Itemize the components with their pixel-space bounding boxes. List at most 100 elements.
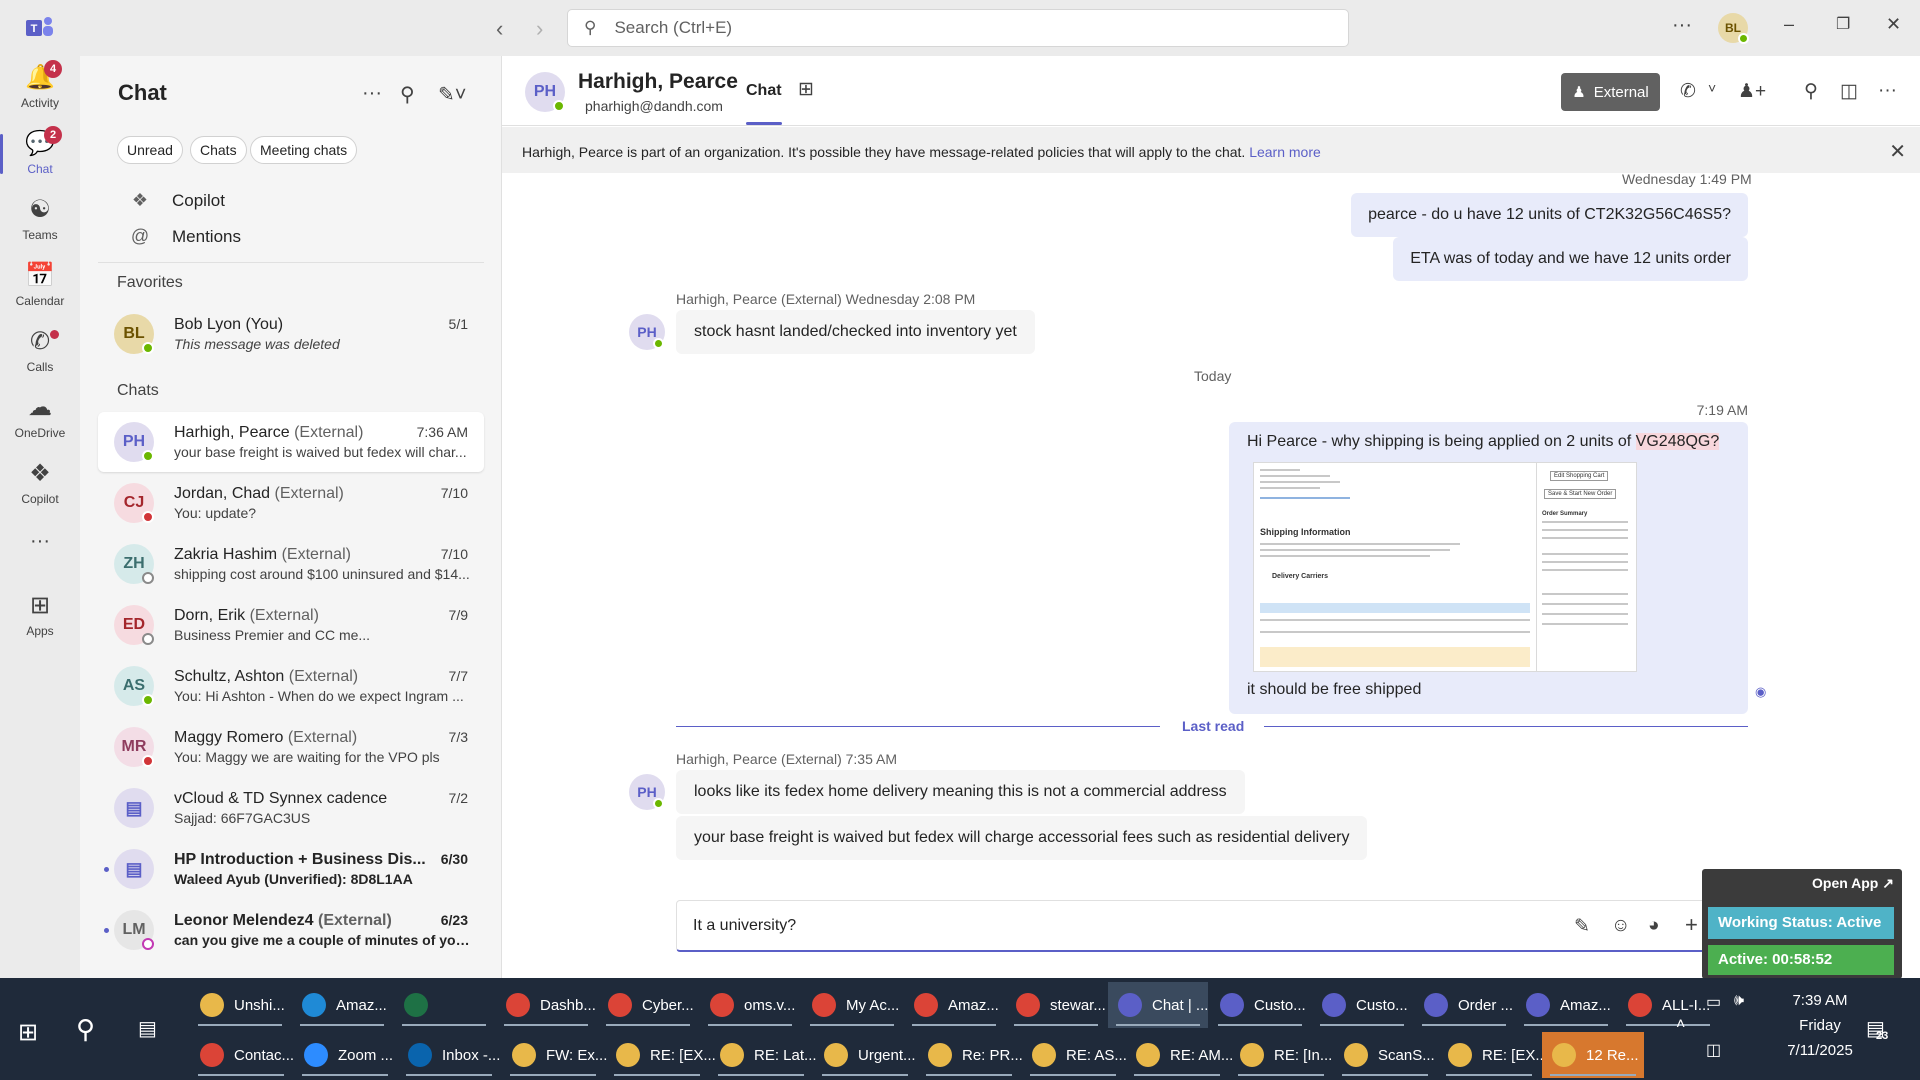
chevron-up-icon[interactable]: ˄ <box>1676 1016 1685 1034</box>
popout-icon[interactable]: ◫ <box>1840 80 1858 103</box>
taskbar-item[interactable]: Order ... <box>1414 982 1514 1028</box>
search-icon[interactable]: ⚲ <box>76 1014 95 1045</box>
nav-copilot[interactable]: ❖ Copilot <box>128 190 225 211</box>
taskbar-item[interactable]: Inbox -... <box>398 1032 500 1078</box>
system-clock[interactable]: 7:39 AM Friday 7/11/2025 <box>1760 988 1880 1063</box>
add-icon[interactable]: + <box>1685 912 1698 938</box>
taskbar-item[interactable]: RE: AM... <box>1126 1032 1233 1078</box>
taskbar-item[interactable]: 12 Re... <box>1542 1032 1644 1078</box>
taskbar-item[interactable]: Dashb... <box>496 982 596 1028</box>
more-options-icon[interactable]: ··· <box>1672 14 1692 37</box>
chevron-down-icon[interactable]: ˅ <box>1708 80 1716 96</box>
chat-item-unread[interactable]: LM Leonor Melendez4 (External) can you g… <box>98 900 484 960</box>
compose-box[interactable]: ✎ ☺ ◕ + <box>676 900 1746 952</box>
phone-icon[interactable]: ✆ <box>1680 80 1696 103</box>
search-icon[interactable]: ⚲ <box>400 82 415 107</box>
chat-item[interactable]: MR Maggy Romero (External) You: Maggy we… <box>98 717 484 777</box>
outgoing-message[interactable]: pearce - do u have 12 units of CT2K32G56… <box>1351 193 1748 237</box>
rail-copilot[interactable]: ❖ Copilot <box>0 460 80 506</box>
taskbar-item[interactable]: ScanS... <box>1334 1032 1436 1078</box>
maximize-icon[interactable]: ❐ <box>1836 14 1850 34</box>
chat-item-unread[interactable]: ▤ HP Introduction + Business Dis... Wale… <box>98 839 484 899</box>
add-tab-icon[interactable]: ⊞ <box>798 78 814 101</box>
add-people-icon[interactable]: ♟+ <box>1738 80 1766 103</box>
close-window-icon[interactable]: ✕ <box>1886 14 1901 35</box>
incoming-message[interactable]: looks like its fedex home delivery meani… <box>676 770 1245 814</box>
open-app-button[interactable]: Open App ↗ <box>1812 875 1894 892</box>
tab-chat[interactable]: Chat <box>746 82 782 100</box>
taskbar-item[interactable]: Amaz... <box>292 982 392 1028</box>
windows-start-icon[interactable]: ⊞ <box>18 1018 38 1047</box>
contact-avatar[interactable]: PH <box>525 72 565 112</box>
taskbar-item[interactable]: RE: AS... <box>1022 1032 1127 1078</box>
more-options-icon[interactable]: ··· <box>1878 80 1897 102</box>
external-button[interactable]: ♟ External <box>1561 73 1660 111</box>
rail-apps[interactable]: ⊞ Apps <box>0 592 80 638</box>
taskbar-item[interactable]: FW: Ex... <box>502 1032 607 1078</box>
rail-chat[interactable]: 💬 2 Chat <box>0 126 80 176</box>
taskbar-item[interactable]: Custo... <box>1210 982 1310 1028</box>
taskbar-item[interactable]: Amaz... <box>1516 982 1616 1028</box>
taskbar-item[interactable]: RE: [EX... <box>1438 1032 1548 1078</box>
chat-item[interactable]: ED Dorn, Erik (External) Business Premie… <box>98 595 484 655</box>
task-view-icon[interactable]: ▤ <box>138 1016 157 1041</box>
notification-center[interactable]: ▤ 23 <box>1866 1016 1888 1042</box>
taskbar-item[interactable]: Cyber... <box>598 982 698 1028</box>
taskbar-item[interactable] <box>394 982 494 1028</box>
taskbar-item[interactable]: Unshi... <box>190 982 290 1028</box>
taskbar-item[interactable]: ALL-I... <box>1618 982 1718 1028</box>
taskbar-item[interactable]: stewar... <box>1006 982 1106 1028</box>
taskbar-item[interactable]: RE: [EX... <box>606 1032 716 1078</box>
incoming-message[interactable]: your base freight is waived but fedex wi… <box>676 816 1368 860</box>
rail-onedrive[interactable]: ☁ OneDrive <box>0 394 80 440</box>
more-options-icon[interactable]: ··· <box>362 82 382 105</box>
taskbar-item[interactable]: Custo... <box>1312 982 1412 1028</box>
new-chat-icon[interactable]: ✎˅ <box>438 82 466 107</box>
rail-more[interactable]: ··· <box>0 530 80 553</box>
chat-item[interactable]: ZH Zakria Hashim (External) shipping cos… <box>98 534 484 594</box>
forward-arrow-icon[interactable]: › <box>536 16 543 42</box>
taskbar-item[interactable]: Contac... <box>190 1032 294 1078</box>
taskbar-item[interactable]: Chat | ... <box>1108 982 1208 1028</box>
taskbar-item[interactable]: My Ac... <box>802 982 902 1028</box>
close-icon[interactable]: ✕ <box>1889 139 1906 164</box>
nav-mentions[interactable]: @ Mentions <box>128 226 241 247</box>
taskbar-item[interactable]: oms.v... <box>700 982 800 1028</box>
loop-icon[interactable]: ◕ <box>1648 915 1659 937</box>
search-box[interactable]: ⚲ Search (Ctrl+E) <box>567 9 1349 47</box>
teams-logo-icon[interactable]: T <box>26 16 54 40</box>
rail-activity[interactable]: 🔔 4 Activity <box>0 60 80 110</box>
rail-teams[interactable]: ☯ Teams <box>0 196 80 242</box>
battery-icon[interactable]: ▭ <box>1706 992 1721 1012</box>
filter-chats[interactable]: Chats <box>190 136 247 164</box>
minimize-icon[interactable]: – <box>1784 14 1794 35</box>
filter-meeting-chats[interactable]: Meeting chats <box>250 136 358 164</box>
network-icon[interactable]: ◫ <box>1706 1040 1721 1060</box>
taskbar-item[interactable]: RE: Lat... <box>710 1032 817 1078</box>
taskbar-item[interactable]: Urgent... <box>814 1032 916 1078</box>
taskbar-item[interactable]: Re: PR... <box>918 1032 1023 1078</box>
taskbar-item[interactable]: Zoom ... <box>294 1032 396 1078</box>
volume-icon[interactable]: 🕪 <box>1734 992 1744 1010</box>
chat-item[interactable]: AS Schultz, Ashton (External) You: Hi As… <box>98 656 484 716</box>
emoji-icon[interactable]: ☺ <box>1611 915 1630 937</box>
chat-item-favorite[interactable]: BL Bob Lyon (You) This message was delet… <box>98 304 484 364</box>
attached-screenshot[interactable]: Shipping Information Delivery Carriers E… <box>1253 462 1637 672</box>
user-avatar[interactable]: BL <box>1718 13 1749 44</box>
back-arrow-icon[interactable]: ‹ <box>496 16 503 42</box>
contact-name[interactable]: Harhigh, Pearce <box>578 70 738 94</box>
rail-calls[interactable]: ✆ Calls <box>0 328 80 374</box>
taskbar-item[interactable]: Amaz... <box>904 982 1004 1028</box>
outgoing-message[interactable]: ETA was of today and we have 12 units or… <box>1393 237 1748 281</box>
incoming-message[interactable]: stock hasnt landed/checked into inventor… <box>676 310 1035 354</box>
filter-unread[interactable]: Unread <box>117 136 183 164</box>
rail-calendar[interactable]: 📅 Calendar <box>0 262 80 308</box>
format-icon[interactable]: ✎ <box>1574 915 1590 938</box>
taskbar-item[interactable]: RE: [In... <box>1230 1032 1332 1078</box>
chat-item[interactable]: ▤ vCloud & TD Synnex cadence Sajjad: 66F… <box>98 778 484 838</box>
chat-item[interactable]: CJ Jordan, Chad (External) You: update? … <box>98 473 484 533</box>
message-input[interactable] <box>693 917 1493 935</box>
chat-item[interactable]: PH Harhigh, Pearce (External) your base … <box>98 412 484 472</box>
learn-more-link[interactable]: Learn more <box>1249 144 1321 160</box>
outgoing-message-with-image[interactable]: Hi Pearce - why shipping is being applie… <box>1229 422 1748 714</box>
